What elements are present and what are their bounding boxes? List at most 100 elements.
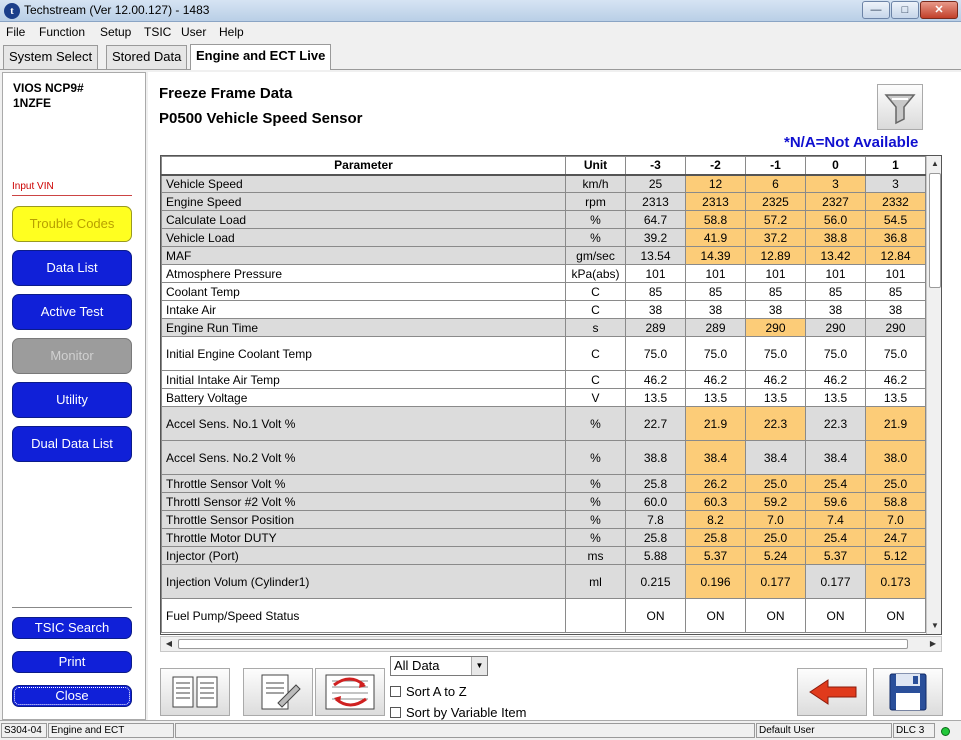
horizontal-scrollbar[interactable]: ◀ ▶: [160, 636, 942, 652]
sort-by-variable-checkbox[interactable]: Sort by Variable Item: [390, 705, 526, 720]
unit-cell: %: [565, 210, 626, 229]
floppy-disk-icon: [889, 673, 927, 711]
close-window-button[interactable]: ✕: [920, 1, 958, 19]
scroll-thumb[interactable]: [929, 173, 941, 288]
column-header-frame[interactable]: -1: [745, 156, 806, 176]
checkbox-box[interactable]: [390, 707, 401, 718]
funnel-icon: [884, 94, 916, 125]
table-row[interactable]: Throttle Motor DUTY% 25.8 25.8 25.0 25.4 24.7: [161, 528, 926, 547]
value-cell: 3: [805, 174, 866, 193]
column-header-frame[interactable]: -3: [625, 156, 686, 176]
menu-bar: File Function Setup TSIC User Help: [0, 22, 961, 42]
value-cell: 85: [745, 282, 806, 301]
table-row[interactable]: MAF gm/sec 13.54 14.39 12.89 13.42 12.84: [161, 246, 926, 265]
value-cell: ON: [745, 598, 806, 633]
column-header-frame[interactable]: 1: [865, 156, 926, 176]
parameter-cell: Vehicle Speed: [161, 174, 566, 193]
minimize-button[interactable]: —: [862, 1, 890, 19]
document-pen-icon: [261, 674, 301, 710]
table-row[interactable]: Vehicle Load% 39.2 41.9 37.2 38.8 36.8: [161, 228, 926, 247]
input-vin-link[interactable]: Input VIN: [12, 181, 54, 192]
document-edit-button[interactable]: [243, 668, 313, 716]
value-cell: 39.2: [625, 228, 686, 247]
funnel-filter-button[interactable]: [877, 84, 923, 130]
value-cell: 38.0: [865, 440, 926, 475]
value-cell: 38: [805, 300, 866, 319]
data-filter-select[interactable]: All Data ▼: [390, 656, 488, 676]
column-header-parameter[interactable]: Parameter: [161, 156, 566, 176]
table-row[interactable]: Initial Engine Coolant Temp C 75.0 75.0 75.0…: [161, 336, 926, 371]
table-row[interactable]: Coolant Temp C 85 85 85 85 85: [161, 282, 926, 301]
table-row[interactable]: Vehicle Speed km/h 25 12 6 3 3: [161, 174, 926, 193]
value-cell: 0.196: [685, 564, 746, 599]
save-button[interactable]: [873, 668, 943, 716]
close-button[interactable]: Close: [12, 685, 132, 707]
scroll-up-icon[interactable]: ▲: [927, 156, 941, 172]
value-cell: 12.84: [865, 246, 926, 265]
table-row[interactable]: Atmosphere Pressure kPa(abs) 101 101 101 101 1…: [161, 264, 926, 283]
value-cell: 21.9: [865, 406, 926, 441]
table-row[interactable]: Intake Air C 38 38 38 38 38: [161, 300, 926, 319]
swap-data-button[interactable]: [315, 668, 385, 716]
column-header-unit[interactable]: Unit: [565, 156, 626, 176]
chevron-down-icon[interactable]: ▼: [471, 657, 487, 675]
scroll-left-icon[interactable]: ◀: [161, 637, 177, 651]
table-row[interactable]: Initial Intake Air Temp C 46.2 46.2 46.2 46.2…: [161, 370, 926, 389]
table-row[interactable]: Engine Run Time s 289 289 290 290 290: [161, 318, 926, 337]
tsic-search-button[interactable]: TSIC Search: [12, 617, 132, 639]
value-cell: 13.5: [685, 388, 746, 407]
table-row[interactable]: Accel Sens. No.1 Volt %% 22.7 21.9 22.3 22.3…: [161, 406, 926, 441]
value-cell: 2313: [685, 192, 746, 211]
value-cell: 13.5: [745, 388, 806, 407]
menu-file[interactable]: File: [6, 25, 25, 39]
table-row[interactable]: Throttle Sensor Position% 7.8 8.2 7.0 7.4 7.0: [161, 510, 926, 529]
scroll-right-icon[interactable]: ▶: [925, 637, 941, 651]
checkbox-box[interactable]: [390, 686, 401, 697]
print-button[interactable]: Print: [12, 651, 132, 673]
tab-system-select[interactable]: System Select: [3, 45, 99, 69]
tab-engine-ect-live[interactable]: Engine and ECT Live: [190, 44, 332, 70]
maximize-button[interactable]: □: [891, 1, 919, 19]
value-cell: 26.2: [685, 474, 746, 493]
utility-button[interactable]: Utility: [12, 382, 132, 418]
column-header-frame[interactable]: 0: [805, 156, 866, 176]
value-cell: 38.4: [745, 440, 806, 475]
value-cell: 25.0: [745, 474, 806, 493]
scroll-thumb[interactable]: [178, 639, 908, 649]
active-test-button[interactable]: Active Test: [12, 294, 132, 330]
data-list-view-button[interactable]: [160, 668, 230, 716]
table-row[interactable]: Throttl Sensor #2 Volt %% 60.0 60.3 59.2 59.…: [161, 492, 926, 511]
monitor-button[interactable]: Monitor: [12, 338, 132, 374]
data-list-button[interactable]: Data List: [12, 250, 132, 286]
menu-tsic[interactable]: TSIC: [144, 25, 171, 39]
sort-a-to-z-checkbox[interactable]: Sort A to Z: [390, 684, 467, 699]
back-button[interactable]: [797, 668, 867, 716]
left-panel: VIOS NCP9# 1NZFE Input VIN Trouble Codes…: [2, 72, 146, 720]
tab-stored-data[interactable]: Stored Data: [106, 45, 188, 69]
menu-function[interactable]: Function: [39, 25, 85, 39]
table-row[interactable]: Battery Voltage V 13.5 13.5 13.5 13.5 13.5: [161, 388, 926, 407]
value-cell: 22.3: [805, 406, 866, 441]
menu-user[interactable]: User: [181, 25, 206, 39]
unit-cell: %: [565, 492, 626, 511]
table-row[interactable]: Fuel Pump/Speed Status ON ON ON ON ON: [161, 598, 926, 633]
unit-cell: C: [565, 336, 626, 371]
dual-data-list-button[interactable]: Dual Data List: [12, 426, 132, 462]
table-row[interactable]: Injector (Port) ms 5.88 5.37 5.24 5.37 5.12: [161, 546, 926, 565]
parameter-cell: Engine Speed: [161, 192, 566, 211]
menu-setup[interactable]: Setup: [100, 25, 131, 39]
vertical-scrollbar[interactable]: ▲ ▼: [926, 156, 941, 634]
menu-help[interactable]: Help: [219, 25, 244, 39]
unit-cell: ml: [565, 564, 626, 599]
column-header-frame[interactable]: -2: [685, 156, 746, 176]
table-row[interactable]: Engine Speed rpm 2313 2313 2325 2327 2332: [161, 192, 926, 211]
parameter-table: Parameter Unit -3 -2 -1 0 1 Vehicle Spee…: [161, 156, 926, 633]
value-cell: 0.215: [625, 564, 686, 599]
trouble-codes-button[interactable]: Trouble Codes: [12, 206, 132, 242]
value-cell: 85: [865, 282, 926, 301]
scroll-down-icon[interactable]: ▼: [927, 618, 941, 634]
table-row[interactable]: Accel Sens. No.2 Volt %% 38.8 38.4 38.4 38.4…: [161, 440, 926, 475]
table-row[interactable]: Injection Volum (Cylinder1) ml 0.215 0.196 0…: [161, 564, 926, 599]
table-row[interactable]: Throttle Sensor Volt %% 25.8 26.2 25.0 25.4 2…: [161, 474, 926, 493]
table-row[interactable]: Calculate Load% 64.7 58.8 57.2 56.0 54.5: [161, 210, 926, 229]
